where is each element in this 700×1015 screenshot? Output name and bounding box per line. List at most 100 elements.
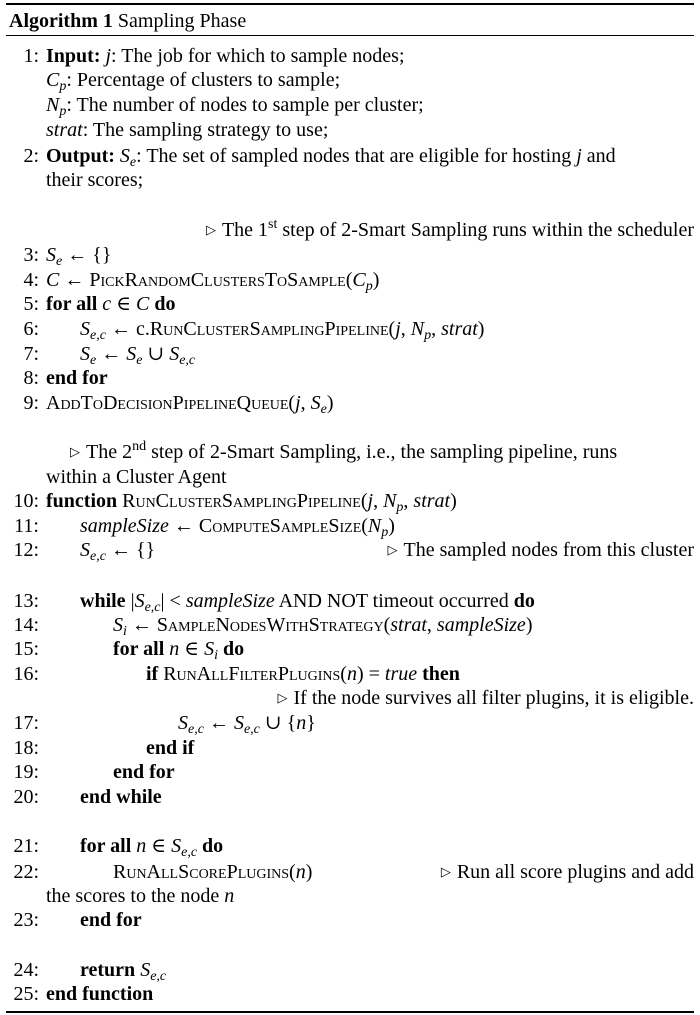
comment-text: the scores to the node n [46,885,235,907]
line-2: 2: Output: Se: The set of sampled nodes … [0,144,700,170]
comment-triangle-icon: ▷ [70,444,80,459]
line-22-cont: the scores to the node n [0,884,700,909]
line-text: if RunAllFilterPlugins(n) = true then [146,663,460,685]
top-rule [6,3,694,5]
line-number: 20: [13,786,39,808]
line-number: 3: [23,244,39,266]
line-text: for all c ∈ C do [46,293,176,315]
line-number: 6: [23,318,39,340]
caption-label: Algorithm 1 [9,10,113,32]
line-text: their scores; [46,169,144,191]
comment-text: within a Cluster Agent [46,466,227,488]
line-23: 23: end for [0,908,700,933]
line-text: Np: The number of nodes to sample per cl… [46,94,424,119]
comment-triangle-icon: ▷ [387,542,398,557]
line-number: 23: [13,909,39,931]
line-number: 21: [13,835,39,857]
line-1-cont: Np: The number of nodes to sample per cl… [0,93,700,119]
comment-filter: ▷ If the node survives all filter plugins… [0,686,700,711]
line-text: end if [146,737,195,759]
line-1: 1: Input: j: The job for which to sample… [0,44,700,69]
line-text: return Se,c [80,959,167,984]
line-21: 21: for all n ∈ Se,c do [0,834,700,860]
comment-text: ▷ The 2nd step of 2-Smart Sampling, i.e.,… [70,439,618,464]
line-3: 3: Se ← {} [0,243,700,269]
line-text: C ← PickRandomClustersToSample(Cp) [46,269,380,294]
line-number: 17: [13,712,39,734]
line-number: 19: [13,761,39,783]
line-text: RunAllScorePlugins(n) [113,861,313,883]
line-2-cont: their scores; [0,168,700,193]
line-7: 7: Se ← Se ∪ Se,c [0,342,700,368]
line-text: for all n ∈ Se,c do [80,835,224,860]
line-15: 15: for all n ∈ Si do [0,637,700,663]
line-number: 24: [13,959,39,981]
comment-triangle-icon: ▷ [440,864,451,879]
line-text: Se,c ← {} [80,539,156,564]
comment-text: ▷ Run all score plugins and add [440,861,694,883]
comment-second-step-cont: within a Cluster Agent [0,465,700,490]
line-number: 25: [13,983,39,1005]
line-text: strat: The sampling strategy to use; [46,119,329,141]
line-19: 19: end for [0,760,700,785]
algorithm-box: Algorithm 1 Sampling Phase 1: Input: j: … [0,0,700,1015]
line-text: Output: Se: The set of sampled nodes tha… [46,145,616,170]
caption-rule [6,35,694,36]
line-number: 15: [13,638,39,660]
line-text: while |Se,c| < sampleSize AND NOT timeou… [80,590,535,615]
line-16: 16: if RunAllFilterPlugins(n) = true the… [0,662,700,687]
comment-text: ▷ If the node survives all filter plugins… [277,687,694,709]
line-number: 12: [13,539,39,561]
line-number: 11: [14,515,39,537]
line-number: 14: [13,614,39,636]
line-6: 6: Se,c ← c.RunClusterSamplingPipeline(j… [0,317,700,343]
algorithm-caption: Algorithm 1 Sampling Phase [9,9,246,33]
bottom-rule [6,1011,694,1013]
line-text: Se ← Se ∪ Se,c [80,343,196,368]
comment-first-step: ▷ The 1st step of 2-Smart Sampling runs w… [0,218,700,243]
line-text: end while [80,786,162,808]
line-text: AddToDecisionPipelineQueue(j, Se) [46,392,334,417]
line-20: 20: end while [0,785,700,810]
line-14: 14: Si ← SampleNodesWithStrategy(strat, … [0,613,700,639]
line-text: Se ← {} [46,244,112,269]
line-13: 13: while |Se,c| < sampleSize AND NOT ti… [0,589,700,615]
line-text: Se,c ← c.RunClusterSamplingPipeline(j, N… [80,318,485,343]
comment-second-step: ▷ The 2nd step of 2-Smart Sampling, i.e.,… [0,440,700,465]
comment-text: ▷ The 1st step of 2-Smart Sampling runs w… [205,217,694,242]
line-24: 24: return Se,c [0,958,700,984]
line-1-cont: strat: The sampling strategy to use; [0,118,700,143]
line-text: for all n ∈ Si do [113,638,245,663]
line-9: 9: AddToDecisionPipelineQueue(j, Se) [0,391,700,417]
line-text: sampleSize ← ComputeSampleSize(Np) [80,515,395,540]
line-12: 12: Se,c ← {} ▷ The sampled nodes from th… [0,538,700,564]
comment-triangle-icon: ▷ [205,222,216,237]
line-number: 10: [13,490,39,512]
line-number: 9: [23,392,39,414]
line-number: 1: [23,45,39,67]
line-1-cont: Cp: Percentage of clusters to sample; [0,68,700,94]
line-text: end for [80,909,142,931]
comment-text: ▷ The sampled nodes from this cluster [387,539,695,561]
caption-title: Sampling Phase [117,10,247,32]
line-17: 17: Se,c ← Se,c ∪ {n} [0,711,700,737]
line-text: Input: j: The job for which to sample no… [46,45,405,67]
line-number: 22: [13,861,39,883]
line-22: 22: RunAllScorePlugins(n) ▷ Run all score… [0,860,700,885]
comment-triangle-icon: ▷ [277,690,288,705]
line-text: function RunClusterSamplingPipeline(j, N… [46,490,457,515]
line-number: 16: [13,663,39,685]
line-text: Si ← SampleNodesWithStrategy(strat, samp… [113,614,533,639]
line-number: 18: [13,737,39,759]
line-5: 5: for all c ∈ C do [0,292,700,317]
line-text: Se,c ← Se,c ∪ {n} [178,712,316,737]
line-number: 2: [23,145,39,167]
line-text: end for [113,761,175,783]
line-text: Cp: Percentage of clusters to sample; [46,69,341,94]
line-number: 7: [23,343,39,365]
line-11: 11: sampleSize ← ComputeSampleSize(Np) [0,514,700,540]
line-number: 4: [23,269,39,291]
line-25: 25: end function [0,982,700,1007]
line-4: 4: C ← PickRandomClustersToSample(Cp) [0,268,700,294]
line-8: 8: end for [0,366,700,391]
